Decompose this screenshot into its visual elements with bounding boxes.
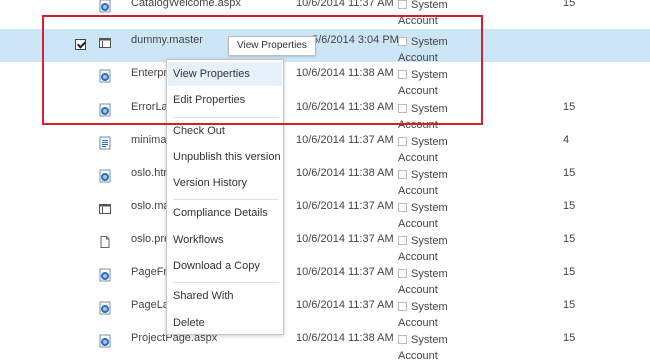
menu-item-check-out[interactable]: Check Out — [173, 125, 225, 137]
presence-icon — [398, 170, 407, 179]
modified-date: 10/6/2014 11:37 AM — [296, 266, 394, 278]
version: 15 — [563, 233, 576, 245]
modified-by: System Account — [398, 334, 448, 362]
file-name[interactable]: PageLay — [131, 299, 169, 311]
table-row[interactable]: oslo.htr 10/6/2014 11:38 AM System Accoun… — [0, 162, 650, 197]
presence-icon — [398, 335, 407, 344]
version: 15 — [563, 200, 576, 212]
presence-icon — [398, 236, 407, 245]
presence-icon — [398, 203, 407, 212]
table-row[interactable]: PageFro 10/6/2014 11:37 AM System Account… — [0, 261, 650, 296]
modified-date: 10/6/2014 11:37 AM — [296, 134, 394, 146]
aspx-page-icon — [98, 169, 112, 183]
menu-item-version-history[interactable]: Version History — [173, 177, 247, 189]
modified-date: 10/6/2014 11:37 AM — [296, 200, 394, 212]
menu-separator — [173, 282, 279, 283]
highlight-annotation-box — [42, 15, 483, 125]
modified-date: 10/6/2014 11:37 AM — [296, 299, 394, 311]
file-name[interactable]: CatalogWelcome.aspx — [131, 0, 241, 9]
file-name[interactable]: oslo.ma — [131, 200, 169, 212]
modified-date: 10/6/2014 11:38 AM — [296, 332, 394, 344]
version: 15 — [563, 332, 576, 344]
menu-item-download-copy[interactable]: Download a Copy — [173, 260, 260, 272]
document-icon — [98, 136, 112, 150]
modified-date: 10/6/2014 11:38 AM — [296, 167, 394, 179]
blank-file-icon — [98, 235, 112, 249]
presence-icon — [398, 137, 407, 146]
presence-icon — [398, 269, 407, 278]
aspx-page-icon — [98, 301, 112, 315]
version: 15 — [563, 0, 576, 9]
menu-item-workflows[interactable]: Workflows — [173, 234, 224, 246]
table-row[interactable]: oslo.ma 10/6/2014 11:37 AM System Account… — [0, 195, 650, 230]
modified-date: 10/6/2014 11:37 AM — [296, 233, 394, 245]
file-name[interactable]: PageFro — [131, 266, 169, 278]
version: 15 — [563, 266, 576, 278]
menu-separator — [173, 199, 279, 200]
file-name[interactable]: oslo.pre — [131, 233, 169, 245]
modified-date: 10/6/2014 11:37 AM — [296, 0, 394, 9]
table-row[interactable]: minima 10/6/2014 11:37 AM System Account … — [0, 129, 650, 164]
table-row[interactable]: ProjectPage.aspx 10/6/2014 11:38 AM Syst… — [0, 327, 650, 362]
menu-item-shared-with[interactable]: Shared With — [173, 290, 234, 302]
presence-icon — [398, 0, 407, 9]
table-row[interactable]: PageLay 10/6/2014 11:37 AM SystemAccount… — [0, 294, 650, 329]
version: 15 — [563, 167, 576, 179]
aspx-page-icon — [98, 334, 112, 348]
file-name[interactable]: minima — [131, 134, 169, 146]
table-row[interactable]: oslo.pre 10/6/2014 11:37 AM System Accoun… — [0, 228, 650, 263]
menu-item-delete[interactable]: Delete — [173, 317, 205, 329]
aspx-page-icon — [98, 0, 112, 13]
version: 15 — [563, 299, 576, 311]
aspx-page-icon — [98, 268, 112, 282]
master-page-icon — [98, 202, 112, 216]
menu-item-compliance-details[interactable]: Compliance Details — [173, 207, 268, 219]
menu-item-unpublish[interactable]: Unpublish this version — [173, 151, 281, 163]
presence-icon — [398, 302, 407, 311]
version: 15 — [563, 101, 576, 113]
version: 4 — [563, 134, 570, 146]
file-name[interactable]: oslo.htr — [131, 167, 169, 179]
